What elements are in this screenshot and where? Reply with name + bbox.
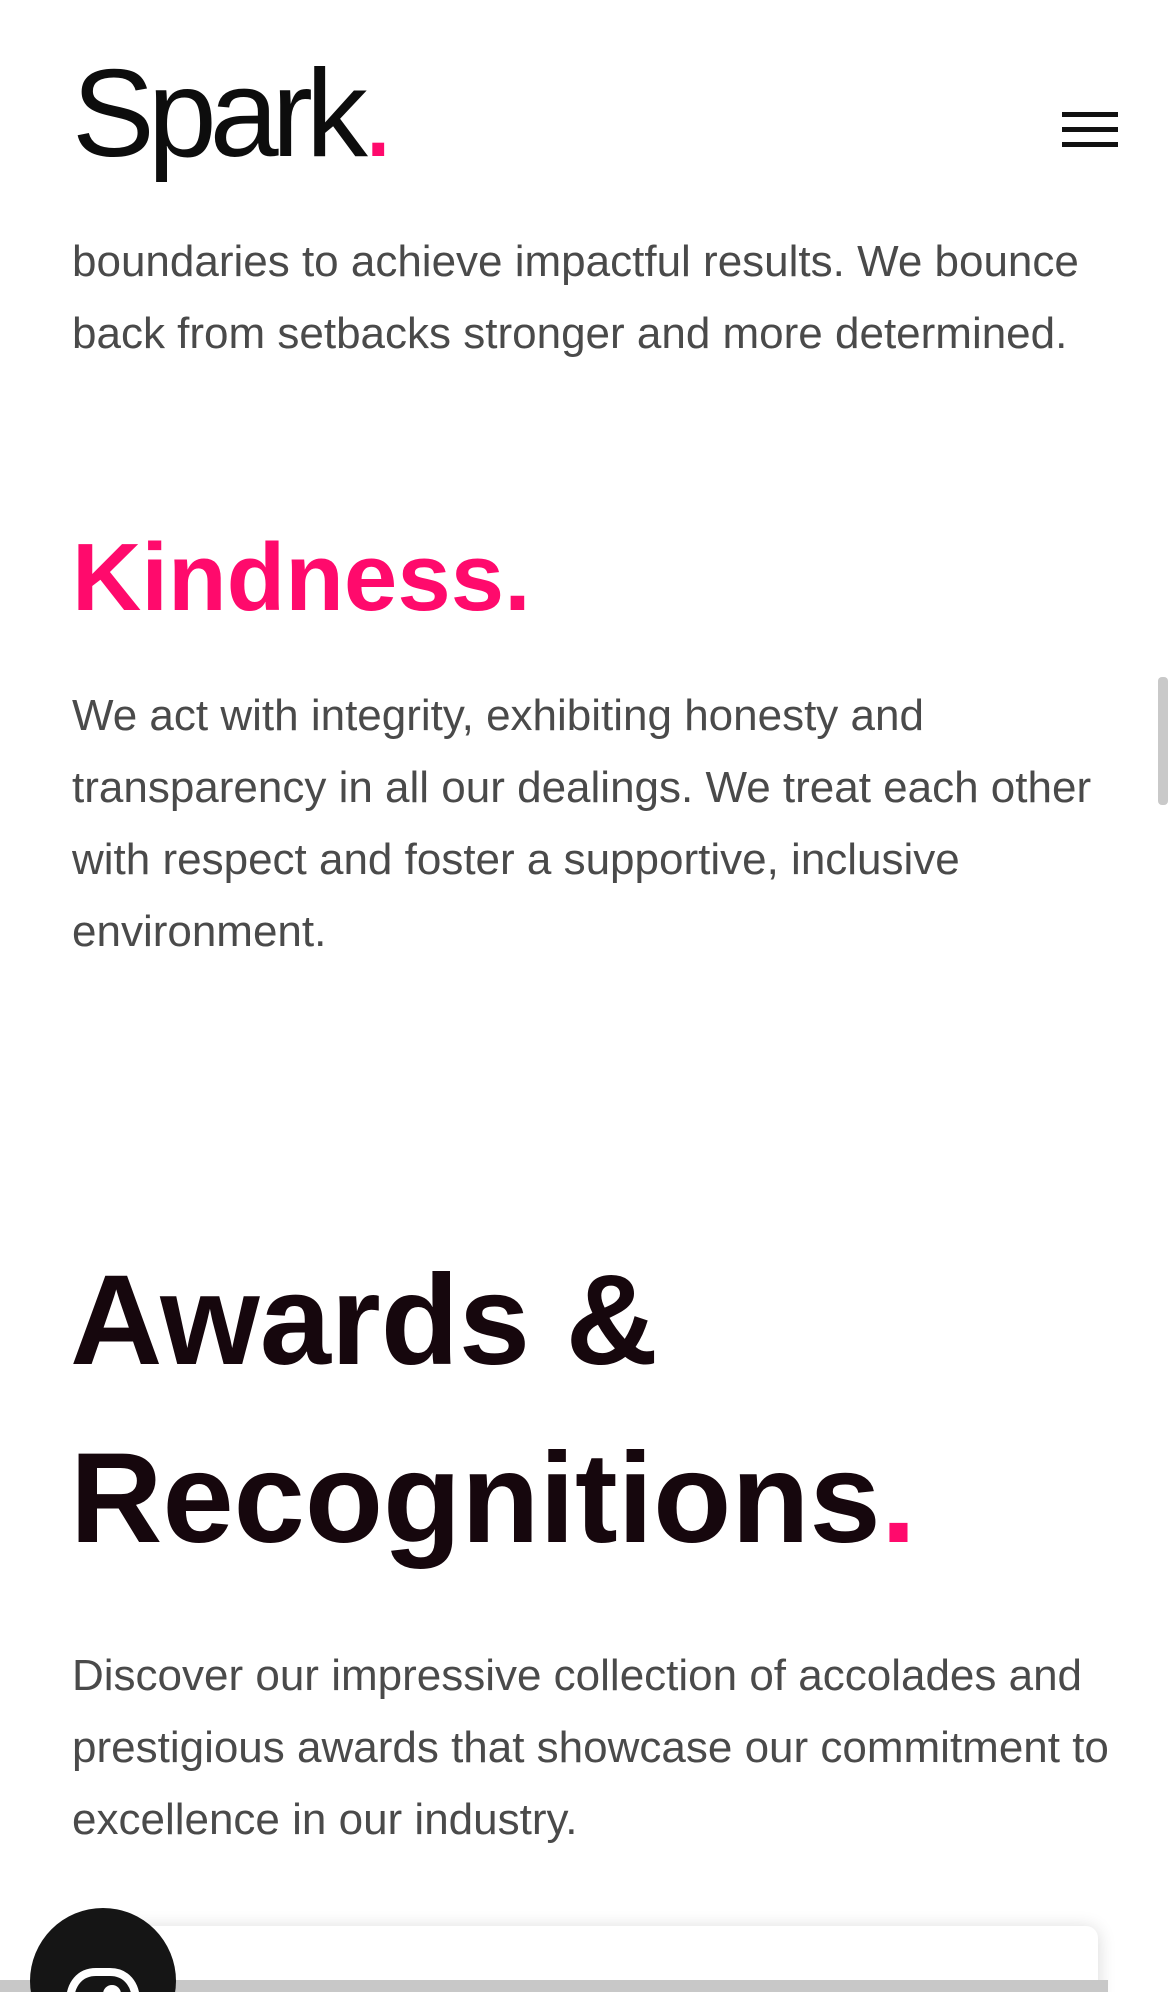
awards-title-dot: . bbox=[880, 1427, 917, 1570]
spark-logo[interactable]: Spark. bbox=[72, 52, 396, 176]
awards-description: Discover our impressive collection of ac… bbox=[72, 1651, 1109, 1844]
awards-title-line2: Recognitions bbox=[70, 1427, 881, 1570]
logo-dot: . bbox=[360, 45, 396, 183]
menu-line bbox=[1062, 127, 1118, 132]
value-description-resilience: boundaries to achieve impactful results.… bbox=[72, 237, 1079, 358]
scrollbar-thumb[interactable] bbox=[1158, 677, 1168, 805]
menu-line bbox=[1062, 112, 1118, 117]
logo-text: Spark bbox=[72, 45, 368, 183]
menu-line bbox=[1062, 142, 1118, 147]
chat-button[interactable] bbox=[30, 1908, 176, 1992]
awards-section-title: Awards & Recognitions. bbox=[70, 1232, 1110, 1588]
value-title-text: Kindness bbox=[72, 524, 505, 631]
value-description-kindness: We act with integrity, exhibiting honest… bbox=[72, 691, 1092, 956]
chat-icon bbox=[67, 1968, 139, 1992]
hamburger-menu-icon[interactable] bbox=[1062, 112, 1120, 154]
awards-title-line1: Awards & bbox=[70, 1249, 659, 1392]
site-header: Spark. bbox=[0, 0, 1170, 205]
value-title-kindness: Kindness. bbox=[72, 530, 531, 626]
value-title-dot: . bbox=[504, 524, 531, 631]
